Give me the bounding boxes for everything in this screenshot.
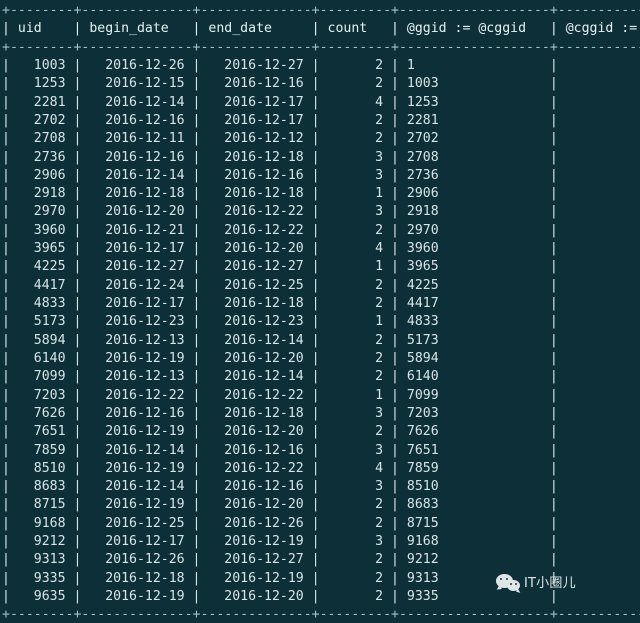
table-rule-bottom: +--------+--------------+--------------+…: [2, 607, 640, 623]
table-row: | 9168 | 2016-12-25 | 2016-12-26 | 2 | 8…: [2, 515, 558, 531]
table-row: | 2918 | 2016-12-18 | 2016-12-18 | 1 | 2…: [2, 186, 558, 202]
table-row: | 7203 | 2016-12-22 | 2016-12-22 | 1 | 7…: [2, 387, 558, 403]
table-row: | 5894 | 2016-12-13 | 2016-12-14 | 2 | 5…: [2, 332, 558, 348]
query-result-output: +--------+--------------+--------------+…: [2, 2, 640, 623]
table-row: | 9635 | 2016-12-19 | 2016-12-20 | 2 | 9…: [2, 589, 558, 604]
table-row: | 8715 | 2016-12-19 | 2016-12-20 | 2 | 8…: [2, 497, 558, 513]
table-row: | 2970 | 2016-12-20 | 2016-12-22 | 3 | 2…: [2, 204, 558, 220]
table-row: | 7859 | 2016-12-14 | 2016-12-16 | 3 | 7…: [2, 442, 558, 458]
table-row: | 5173 | 2016-12-23 | 2016-12-23 | 1 | 4…: [2, 314, 558, 330]
table-row: | 1003 | 2016-12-26 | 2016-12-27 | 2 | 1…: [2, 57, 558, 73]
table-row: | 2736 | 2016-12-16 | 2016-12-18 | 3 | 2…: [2, 149, 558, 165]
table-row: | 7626 | 2016-12-16 | 2016-12-18 | 3 | 7…: [2, 405, 558, 421]
table-header-row: | uid | begin_date | end_date | count | …: [2, 21, 638, 37]
table-row: | 4225 | 2016-12-27 | 2016-12-27 | 1 | 3…: [2, 259, 558, 275]
table-row: | 3960 | 2016-12-21 | 2016-12-22 | 2 | 2…: [2, 222, 558, 238]
table-row: | 2281 | 2016-12-14 | 2016-12-17 | 4 | 1…: [2, 94, 558, 110]
table-row: | 4417 | 2016-12-24 | 2016-12-25 | 2 | 4…: [2, 277, 558, 293]
terminal-window: +--------+--------------+--------------+…: [0, 0, 640, 623]
table-row: | 6140 | 2016-12-19 | 2016-12-20 | 2 | 5…: [2, 350, 558, 366]
table-row: | 3965 | 2016-12-17 | 2016-12-20 | 4 | 3…: [2, 241, 558, 257]
table-row: | 7099 | 2016-12-13 | 2016-12-14 | 2 | 6…: [2, 369, 558, 385]
table-row: | 1253 | 2016-12-15 | 2016-12-16 | 2 | 1…: [2, 76, 558, 92]
table-row: | 8683 | 2016-12-14 | 2016-12-16 | 3 | 8…: [2, 479, 558, 495]
table-row: | 9335 | 2016-12-18 | 2016-12-19 | 2 | 9…: [2, 570, 558, 586]
table-row: | 2702 | 2016-12-16 | 2016-12-17 | 2 | 2…: [2, 112, 558, 128]
table-row: | 2708 | 2016-12-11 | 2016-12-12 | 2 | 2…: [2, 131, 558, 147]
table-rule-header: +--------+--------------+--------------+…: [2, 39, 640, 55]
table-row: | 9212 | 2016-12-17 | 2016-12-19 | 3 | 9…: [2, 534, 558, 550]
table-row: | 7651 | 2016-12-19 | 2016-12-20 | 2 | 7…: [2, 424, 558, 440]
table-row: | 4833 | 2016-12-17 | 2016-12-18 | 2 | 4…: [2, 296, 558, 311]
table-row: | 8510 | 2016-12-19 | 2016-12-22 | 4 | 7…: [2, 460, 558, 476]
table-row: | 9313 | 2016-12-26 | 2016-12-27 | 2 | 9…: [2, 552, 558, 568]
table-row: | 2906 | 2016-12-14 | 2016-12-16 | 3 | 2…: [2, 167, 558, 183]
table-rule-top: +--------+--------------+--------------+…: [2, 3, 640, 18]
